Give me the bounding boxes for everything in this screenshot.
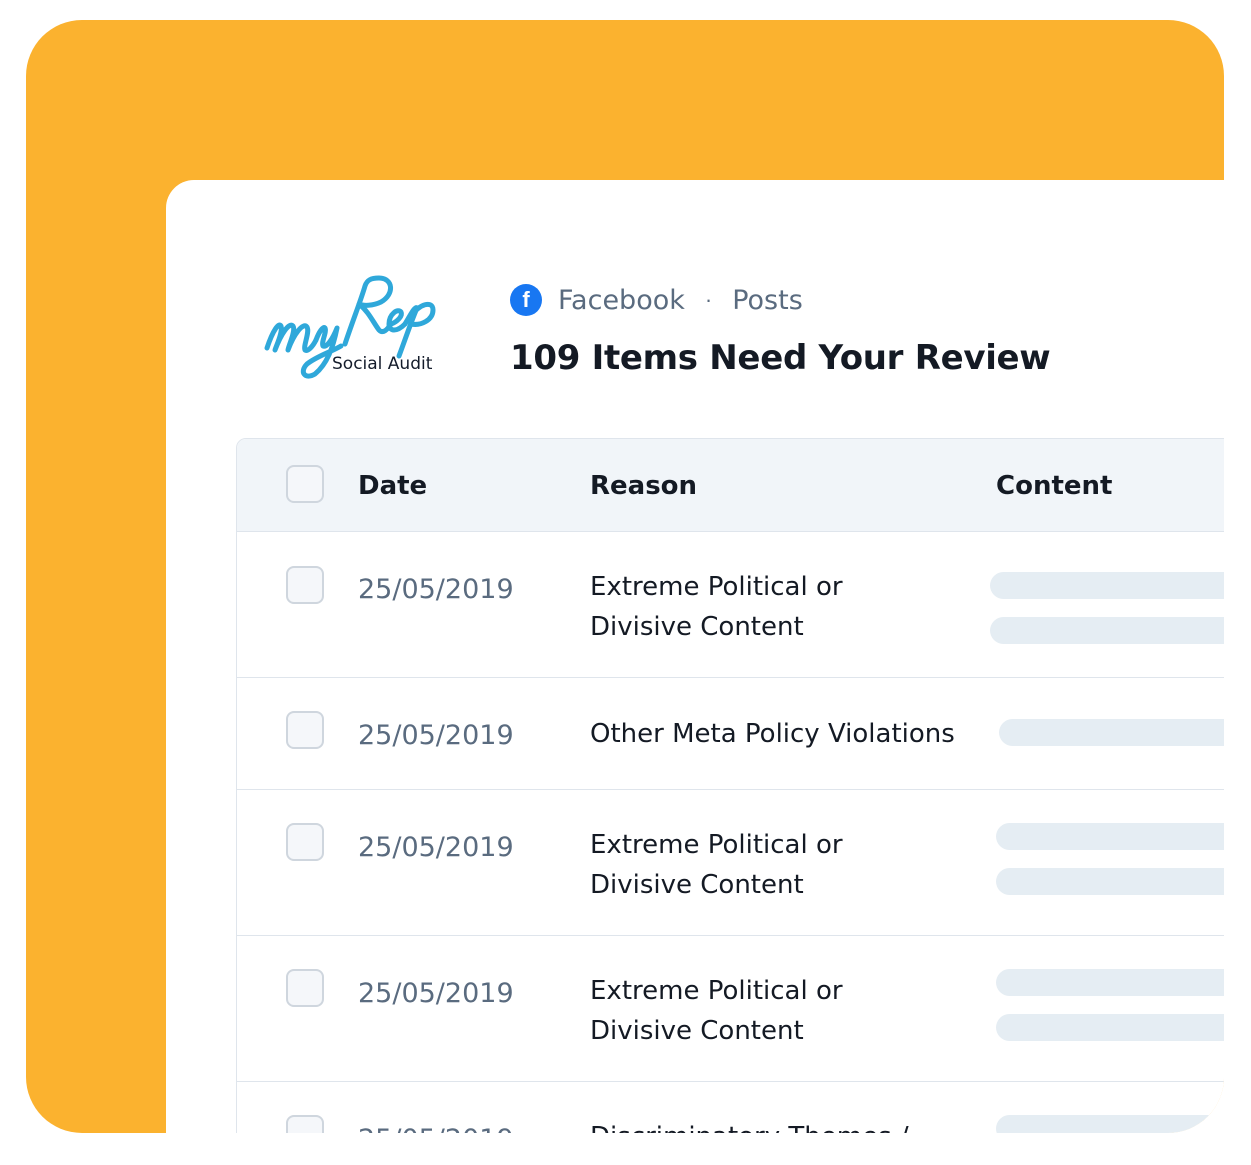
breadcrumb-platform[interactable]: Facebook bbox=[558, 285, 685, 316]
column-header-date[interactable]: Date bbox=[358, 471, 427, 501]
row-reason: Extreme Political or Divisive Content bbox=[590, 971, 843, 1051]
breadcrumb-section[interactable]: Posts bbox=[732, 285, 803, 316]
column-header-content[interactable]: Content bbox=[996, 471, 1112, 501]
breadcrumb-separator: · bbox=[704, 287, 713, 312]
row-reason-line: Extreme Political or bbox=[590, 976, 843, 1006]
row-checkbox[interactable] bbox=[286, 566, 324, 604]
row-reason-line: Extreme Political or bbox=[590, 830, 843, 860]
table-row[interactable]: 25/05/2019 Extreme Political or Divisive… bbox=[237, 532, 1224, 678]
table-row[interactable]: 25/05/2019 Extreme Political or Divisive… bbox=[237, 936, 1224, 1082]
select-all-checkbox[interactable] bbox=[286, 465, 324, 503]
logo-subtitle: Social Audit bbox=[332, 354, 433, 374]
content-placeholder bbox=[996, 1014, 1224, 1041]
table-header: Date Reason Content bbox=[237, 439, 1224, 532]
column-header-reason[interactable]: Reason bbox=[590, 471, 697, 501]
accent-frame: Social Audit f Facebook · Posts 109 Item… bbox=[26, 20, 1224, 1133]
row-reason-line: Divisive Content bbox=[590, 612, 804, 642]
row-checkbox[interactable] bbox=[286, 823, 324, 861]
content-placeholder bbox=[996, 1115, 1224, 1133]
row-checkbox[interactable] bbox=[286, 969, 324, 1007]
row-reason: Extreme Political or Divisive Content bbox=[590, 825, 843, 905]
row-date: 25/05/2019 bbox=[358, 720, 514, 751]
row-date: 25/05/2019 bbox=[358, 1124, 514, 1133]
review-table: Date Reason Content 25/05/2019 Extreme P… bbox=[236, 438, 1224, 1133]
row-reason: Discriminatory Themes / bbox=[590, 1117, 909, 1133]
myrep-logo: Social Audit bbox=[261, 260, 441, 385]
page-title: 109 Items Need Your Review bbox=[510, 338, 1051, 378]
row-reason-line: Divisive Content bbox=[590, 870, 804, 900]
content-placeholder bbox=[996, 823, 1224, 850]
content-placeholder bbox=[996, 868, 1224, 895]
table-row[interactable]: 25/05/2019 Extreme Political or Divisive… bbox=[237, 790, 1224, 936]
content-placeholder bbox=[990, 617, 1224, 644]
row-date: 25/05/2019 bbox=[358, 978, 514, 1009]
row-reason-line: Discriminatory Themes / bbox=[590, 1117, 909, 1133]
row-date: 25/05/2019 bbox=[358, 832, 514, 863]
content-placeholder bbox=[999, 719, 1224, 746]
facebook-icon: f bbox=[510, 284, 542, 316]
row-checkbox[interactable] bbox=[286, 1115, 324, 1133]
row-reason: Extreme Political or Divisive Content bbox=[590, 567, 843, 647]
row-checkbox[interactable] bbox=[286, 711, 324, 749]
content-placeholder bbox=[990, 572, 1224, 599]
review-card: Social Audit f Facebook · Posts 109 Item… bbox=[166, 180, 1224, 1133]
row-reason-line: Other Meta Policy Violations bbox=[590, 719, 955, 749]
row-reason-line: Divisive Content bbox=[590, 1016, 804, 1046]
row-reason: Other Meta Policy Violations bbox=[590, 714, 955, 754]
table-row[interactable]: 25/05/2019 Other Meta Policy Violations bbox=[237, 678, 1224, 790]
content-placeholder bbox=[996, 969, 1224, 996]
table-row[interactable]: 25/05/2019 Discriminatory Themes / bbox=[237, 1082, 1224, 1133]
row-date: 25/05/2019 bbox=[358, 574, 514, 605]
row-reason-line: Extreme Political or bbox=[590, 572, 843, 602]
breadcrumb: f Facebook · Posts bbox=[510, 284, 803, 316]
